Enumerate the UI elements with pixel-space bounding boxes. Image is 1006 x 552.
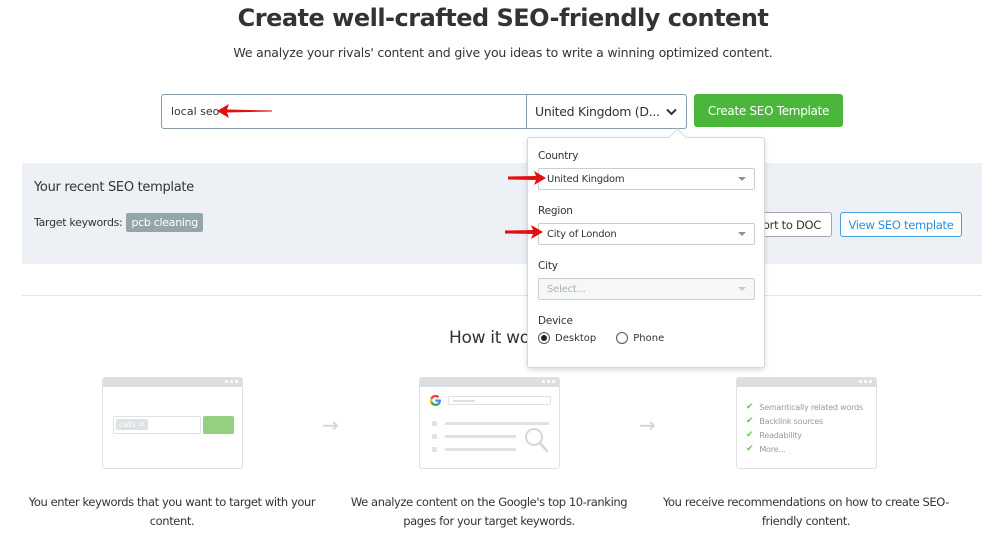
view-seo-template-button[interactable]: View SEO template <box>840 212 962 237</box>
illustration-tag: cats ✕ <box>116 419 148 430</box>
location-dropdown-panel: Country United Kingdom Region City of Lo… <box>527 137 765 368</box>
checklist-item: ✔ Semantically related words <box>746 402 863 412</box>
database-select[interactable]: United Kingdom (D... <box>526 94 687 129</box>
device-radio-desktop[interactable]: Desktop <box>538 332 596 344</box>
device-radio-label: Phone <box>633 332 665 344</box>
step-2-illustration <box>419 377 560 469</box>
window-dots-icon <box>225 380 238 383</box>
database-select-label: United Kingdom (D... <box>535 104 660 119</box>
illustration-button <box>203 416 234 434</box>
region-select[interactable]: City of London <box>538 223 755 245</box>
illustration-keyword-input: cats ✕ <box>113 416 201 434</box>
device-label: Device <box>538 315 573 327</box>
checklist-item: ✔ Backlink sources <box>746 416 823 426</box>
annotation-arrow-icon <box>505 225 543 239</box>
google-logo-icon <box>429 394 441 406</box>
illustration-line <box>445 422 549 425</box>
region-select-value: City of London <box>547 228 617 240</box>
keyword-input[interactable] <box>161 94 527 129</box>
annotation-arrow-icon <box>217 104 272 118</box>
device-radio-group: Desktop Phone <box>538 332 664 344</box>
region-label: Region <box>538 205 573 217</box>
create-seo-template-button[interactable]: Create SEO Template <box>694 94 843 127</box>
illustration-bullet <box>432 447 437 452</box>
arrow-right-icon: → <box>322 413 339 437</box>
step-2-description: We analyze content on the Google's top 1… <box>350 495 628 528</box>
recent-template-panel: Your recent SEO template Target keywords… <box>22 163 982 264</box>
page-subtitle: We analyze your rivals' content and give… <box>233 45 773 60</box>
step-1-illustration: cats ✕ <box>102 377 243 469</box>
illustration-bullet <box>432 434 437 439</box>
how-it-works-title: How it wo <box>449 328 530 348</box>
check-icon: ✔ <box>746 402 754 412</box>
checklist-item: ✔ More... <box>746 444 786 454</box>
check-icon: ✔ <box>746 444 754 454</box>
target-keywords-label: Target keywords: <box>34 216 123 229</box>
country-label: Country <box>538 150 579 162</box>
check-icon: ✔ <box>746 430 754 440</box>
caret-down-icon <box>738 177 746 181</box>
recommendation-checklist: ✔ Semantically related words ✔ Backlink so… <box>746 400 863 456</box>
check-icon: ✔ <box>746 416 754 426</box>
window-dots-icon <box>859 380 872 383</box>
section-divider <box>22 295 982 296</box>
radio-unchecked-icon <box>616 332 629 344</box>
page-title: Create well-crafted SEO-friendly content <box>237 4 769 32</box>
annotation-arrow-icon <box>508 171 546 185</box>
step-3-illustration: ✔ Semantically related words ✔ Backlink so… <box>736 377 877 469</box>
illustration-line <box>445 448 516 451</box>
device-radio-label: Desktop <box>555 332 597 344</box>
step-3-description: You receive recommendations on how to cr… <box>662 495 950 528</box>
country-select[interactable]: United Kingdom <box>538 168 755 190</box>
city-select-placeholder: Select... <box>547 283 586 295</box>
illustration-bullet <box>432 421 437 426</box>
magnifier-icon <box>525 428 549 453</box>
target-keywords: Target keywords: pcb cleaning <box>34 213 203 232</box>
window-dots-icon <box>542 380 555 383</box>
radio-checked-icon <box>538 332 550 344</box>
caret-down-icon <box>738 232 746 236</box>
caret-down-icon <box>738 287 746 291</box>
keyword-tag: pcb cleaning <box>126 213 203 232</box>
chevron-down-icon <box>664 105 678 119</box>
illustration-line <box>445 435 516 438</box>
device-radio-phone[interactable]: Phone <box>616 332 664 344</box>
checklist-item: ✔ Readability <box>746 430 802 440</box>
country-select-value: United Kingdom <box>547 173 625 185</box>
city-select[interactable]: Select... <box>538 278 755 300</box>
step-1-description: You enter keywords that you want to targ… <box>28 495 316 528</box>
recent-template-title: Your recent SEO template <box>34 180 194 195</box>
illustration-search-bar <box>448 396 551 405</box>
arrow-right-icon: → <box>639 413 656 437</box>
city-label: City <box>538 260 558 272</box>
